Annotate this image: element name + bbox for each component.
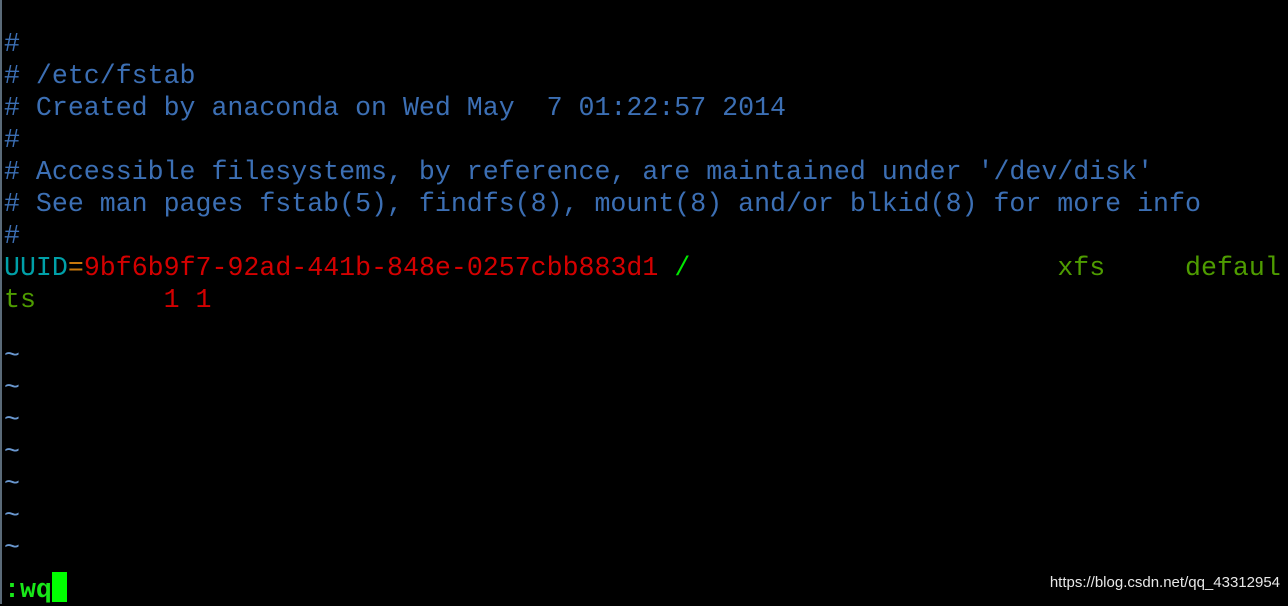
command-text: :wq: [4, 575, 52, 605]
tilde-marker: ~: [4, 501, 20, 531]
empty-line: [4, 316, 1281, 348]
window-left-border: [0, 0, 2, 604]
line-4: #: [4, 125, 20, 155]
mount-options-part2: ts: [4, 285, 36, 315]
vim-editor[interactable]: # # /etc/fstab # Created by anaconda on …: [4, 28, 1281, 605]
spacing: [1105, 253, 1185, 283]
fs-type: xfs: [1057, 253, 1106, 283]
cursor: [51, 572, 67, 602]
line-6: # See man pages fstab(5), findfs(8), mou…: [4, 189, 1201, 219]
tilde-marker: ~: [4, 341, 20, 371]
tilde-marker: ~: [4, 533, 20, 563]
fstab-entry-wrap: ts 1 1: [4, 284, 1281, 316]
tilde-marker: ~: [4, 373, 20, 403]
mount-options-part1: defaul: [1185, 253, 1281, 283]
uuid-value: 9bf6b9f7-92ad-441b-848e-0257cbb883d1: [83, 253, 659, 283]
watermark: https://blog.csdn.net/qq_43312954: [1049, 574, 1280, 591]
spacing: [36, 285, 164, 315]
dump-pass: 1 1: [163, 285, 212, 315]
tilde-marker: ~: [4, 405, 20, 435]
line-3: # Created by anaconda on Wed May 7 01:22…: [4, 93, 786, 123]
line-7: #: [4, 221, 20, 251]
line-5: # Accessible filesystems, by reference, …: [4, 157, 1154, 187]
mount-point: /: [674, 253, 691, 283]
line-2: # /etc/fstab: [4, 61, 196, 91]
equals: =: [67, 253, 84, 283]
spacing: [690, 253, 1057, 283]
tilde-marker: ~: [4, 437, 20, 467]
fstab-entry-line: UUID=9bf6b9f7-92ad-441b-848e-0257cbb883d…: [4, 252, 1281, 284]
line-1: #: [4, 29, 20, 59]
uuid-key: UUID: [4, 253, 68, 283]
tilde-marker: ~: [4, 469, 20, 499]
